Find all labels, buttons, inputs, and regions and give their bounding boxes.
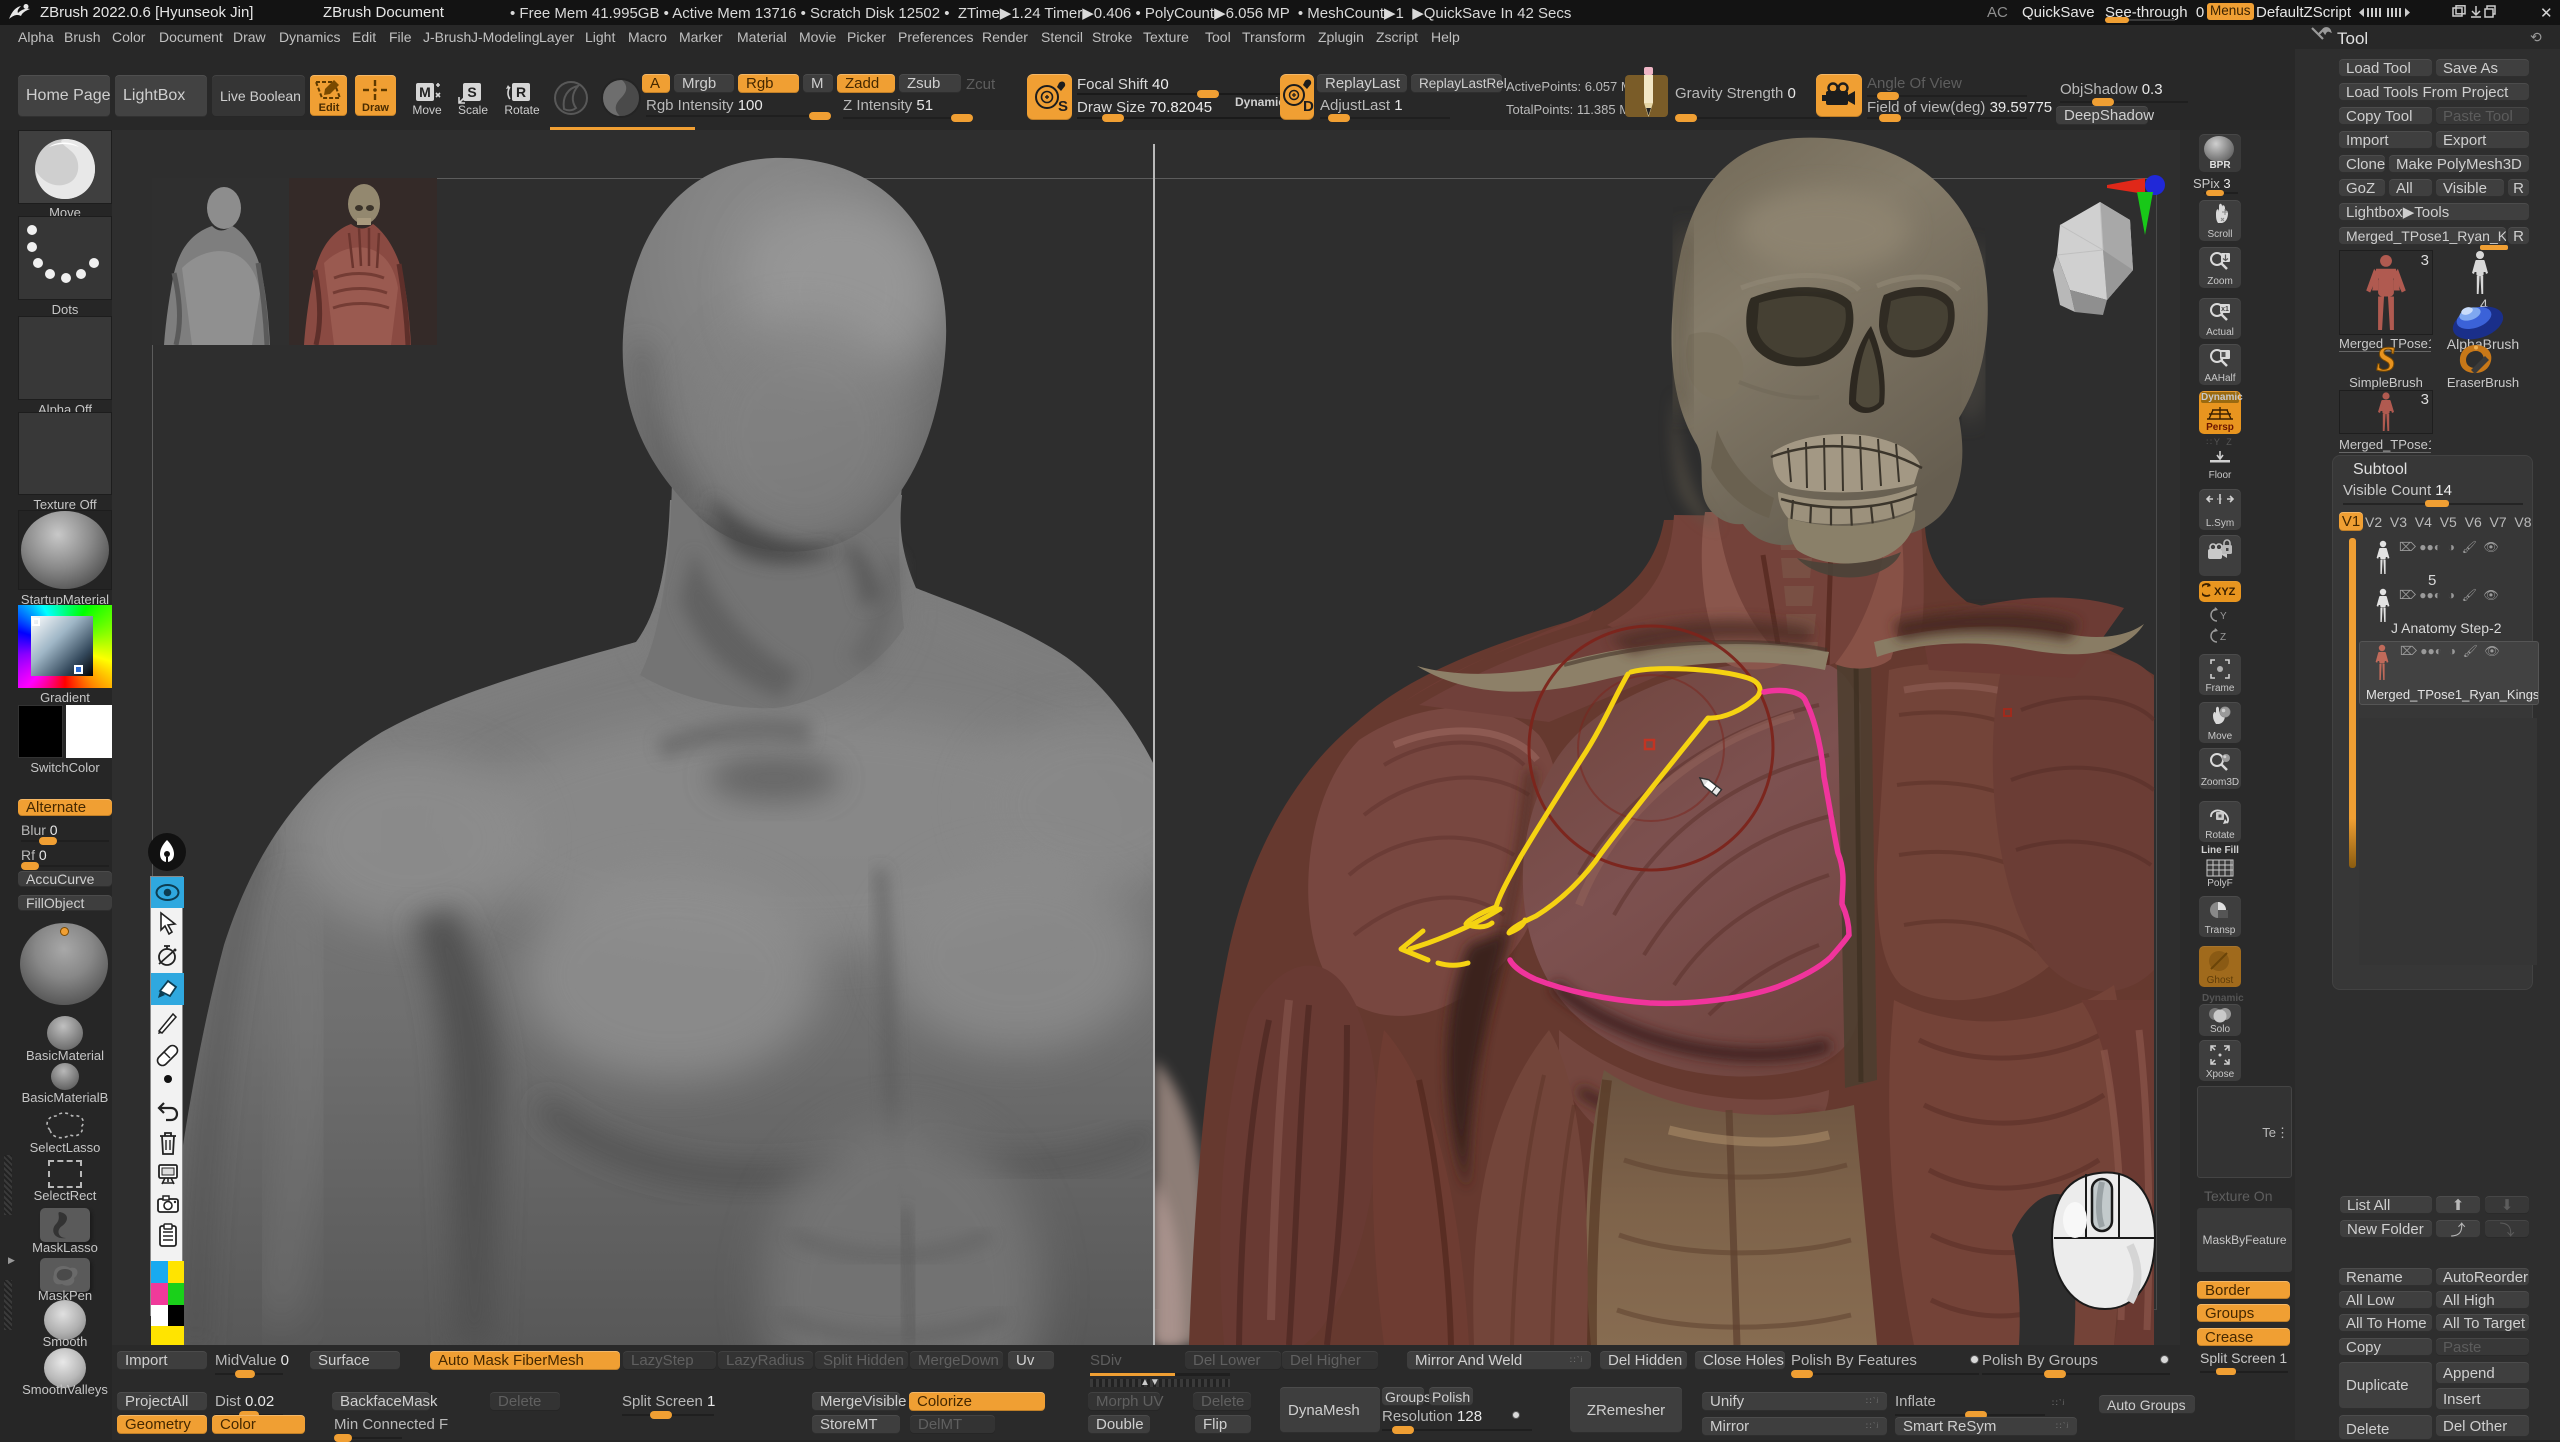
- svg-text:x1: x1: [2221, 306, 2229, 313]
- svg-text:D: D: [1303, 98, 1314, 115]
- svg-text:M: M: [419, 84, 431, 100]
- svg-text:S: S: [467, 84, 476, 100]
- svg-text:Y: Y: [2220, 611, 2227, 622]
- svg-text:Z: Z: [2220, 632, 2226, 643]
- svg-text:R: R: [516, 84, 526, 100]
- svg-text:XYZ: XYZ: [2214, 586, 2236, 598]
- svg-text:S: S: [1058, 98, 1068, 115]
- svg-text:S: S: [2376, 341, 2396, 379]
